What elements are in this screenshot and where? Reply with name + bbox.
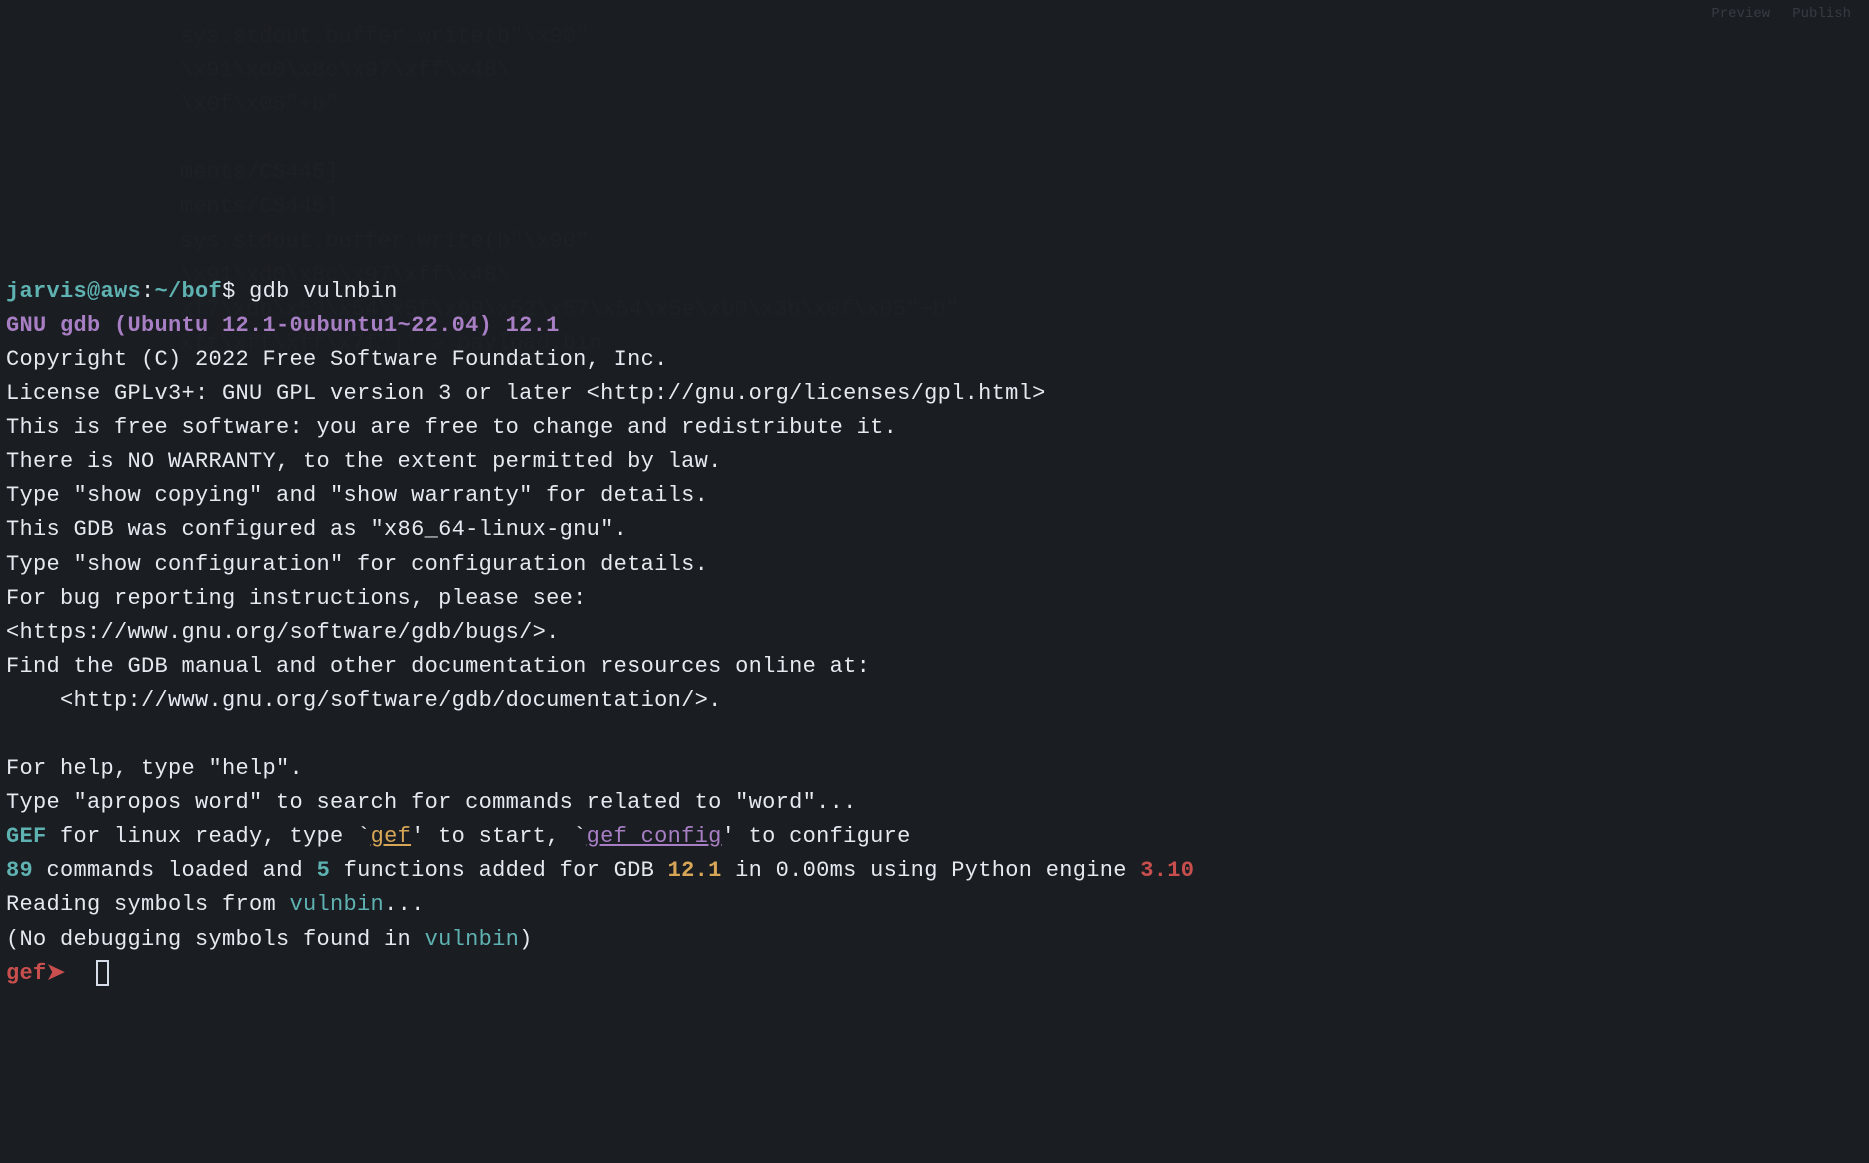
gdb-help: For help, type "help". — [6, 756, 303, 781]
prompt-user: jarvis@aws — [6, 279, 141, 304]
gef-function-count: 5 — [317, 858, 331, 883]
prompt-path: ~/bof — [155, 279, 223, 304]
gdb-no-warranty: There is NO WARRANTY, to the extent perm… — [6, 449, 722, 474]
gef-config-link[interactable]: gef config — [587, 824, 722, 849]
prompt-dollar: $ — [222, 279, 249, 304]
gef-command-count: 89 — [6, 858, 33, 883]
gef-mid-1: commands loaded and — [33, 858, 317, 883]
no-debug-symbols-2: ) — [519, 927, 533, 952]
gdb-copyright: Copyright (C) 2022 Free Software Foundat… — [6, 347, 668, 372]
cursor-icon[interactable] — [96, 960, 109, 986]
reading-symbols-1: Reading symbols from — [6, 892, 290, 917]
preview-button[interactable]: Preview — [1711, 4, 1770, 26]
gef-gdb-version: 12.1 — [668, 858, 722, 883]
binary-name-2: vulnbin — [425, 927, 520, 952]
gdb-configured: This GDB was configured as "x86_64-linux… — [6, 517, 627, 542]
gef-mid-2: functions added for GDB — [330, 858, 668, 883]
gdb-apropos: Type "apropos word" to search for comman… — [6, 790, 857, 815]
gef-ready-3: ' to configure — [722, 824, 911, 849]
editor-overlay-buttons: Preview Publish — [1701, 0, 1861, 30]
gef-prompt: gef➤ — [6, 961, 92, 986]
gef-mid-3: in 0.00ms using Python engine — [722, 858, 1141, 883]
prompt-command: gdb vulnbin — [249, 279, 398, 304]
gdb-show-copying: Type "show copying" and "show warranty" … — [6, 483, 708, 508]
no-debug-symbols-1: (No debugging symbols found in — [6, 927, 425, 952]
gdb-bug-report: For bug reporting instructions, please s… — [6, 586, 587, 611]
gef-python-version: 3.10 — [1140, 858, 1194, 883]
gef-command-link[interactable]: gef — [371, 824, 412, 849]
gdb-doc-url: <http://www.gnu.org/software/gdb/documen… — [6, 688, 722, 713]
gef-ready-2: ' to start, ` — [411, 824, 587, 849]
gdb-manual: Find the GDB manual and other documentat… — [6, 654, 870, 679]
gdb-bugs-url: <https://www.gnu.org/software/gdb/bugs/>… — [6, 620, 560, 645]
gef-label: GEF — [6, 824, 47, 849]
gdb-show-config: Type "show configuration" for configurat… — [6, 552, 708, 577]
binary-name-1: vulnbin — [290, 892, 385, 917]
gdb-free-software: This is free software: you are free to c… — [6, 415, 897, 440]
terminal-output[interactable]: jarvis@aws:~/bof$ gdb vulnbin GNU gdb (U… — [6, 275, 1863, 991]
gdb-license: License GPLv3+: GNU GPL version 3 or lat… — [6, 381, 1046, 406]
reading-symbols-2: ... — [384, 892, 425, 917]
publish-button[interactable]: Publish — [1792, 4, 1851, 26]
gef-ready-1: for linux ready, type ` — [47, 824, 371, 849]
prompt-sep: : — [141, 279, 155, 304]
gdb-version-line: GNU gdb (Ubuntu 12.1-0ubuntu1~22.04) 12.… — [6, 313, 560, 338]
